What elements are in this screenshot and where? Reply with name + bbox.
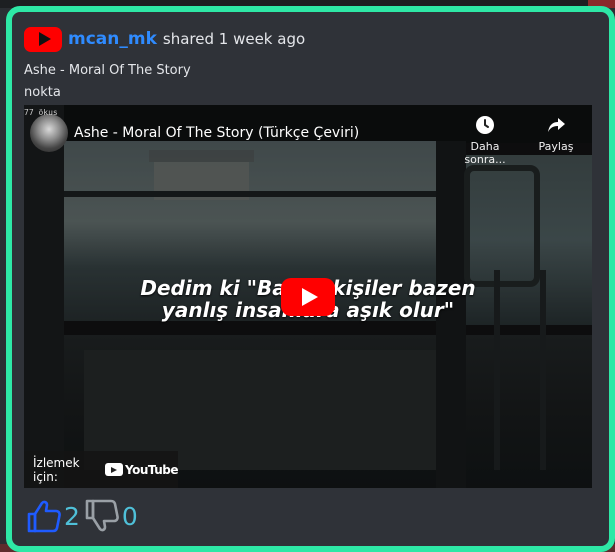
watch-on-label: İzlemek için:	[33, 455, 80, 484]
post-card: mcan_mk shared 1 week ago Ashe - Moral O…	[6, 6, 615, 552]
vote-bar: 2 0	[26, 498, 138, 534]
post-note: nokta	[24, 85, 61, 100]
play-icon	[302, 288, 318, 306]
video-title-link[interactable]: Ashe - Moral Of The Story (Türkçe Çeviri…	[74, 125, 359, 141]
dislike-button[interactable]: 0	[84, 499, 138, 533]
like-button[interactable]: 2	[26, 499, 80, 533]
post-title: Ashe - Moral Of The Story	[24, 63, 191, 78]
like-count: 2	[64, 501, 80, 531]
youtube-wordmark: YouTube	[124, 462, 179, 477]
channel-avatar[interactable]	[30, 114, 68, 152]
watch-later-button[interactable]: Daha sonra...	[450, 114, 520, 166]
share-button[interactable]: Paylaş	[521, 114, 591, 153]
shared-timestamp: shared 1 week ago	[162, 30, 306, 48]
thumbs-down-icon	[85, 499, 119, 532]
clock-icon	[476, 116, 494, 134]
post-header: mcan_mk shared 1 week ago	[24, 26, 305, 52]
youtube-logo-icon	[24, 26, 62, 52]
youtube-wordmark-icon: YouTube	[104, 462, 179, 477]
share-arrow-icon	[548, 118, 565, 132]
dislike-count: 0	[121, 501, 138, 531]
watch-later-label: Daha sonra...	[464, 140, 506, 166]
channel-avatar-tag: 77 ökus	[24, 108, 58, 117]
share-label: Paylaş	[538, 140, 574, 153]
play-button[interactable]	[281, 278, 335, 316]
username-link[interactable]: mcan_mk	[68, 29, 157, 49]
thumbs-up-icon	[27, 500, 61, 533]
video-embed[interactable]: 77 ökus Ashe - Moral Of The Story (Türkç…	[24, 105, 592, 488]
watch-on-youtube-button[interactable]: İzlemek için: YouTube	[24, 451, 179, 488]
